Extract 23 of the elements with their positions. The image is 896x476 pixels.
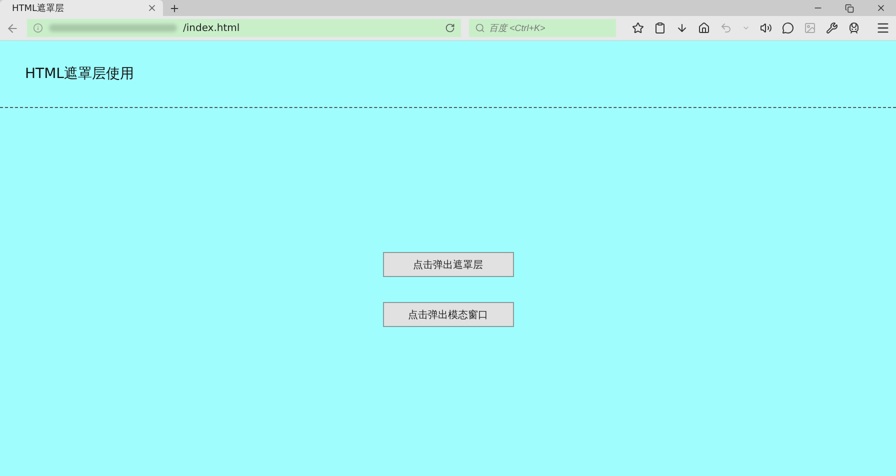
search-field[interactable]: 百度 <Ctrl+K>	[469, 19, 616, 37]
star-icon[interactable]	[632, 22, 644, 34]
reload-icon[interactable]	[445, 23, 455, 33]
address-bar[interactable]: /index.html	[27, 19, 461, 37]
popup-button[interactable]: 点击弹出遮罩层	[382, 252, 514, 277]
clipboard-icon[interactable]	[654, 22, 666, 34]
download-icon[interactable]	[676, 22, 688, 34]
url-text: /index.html	[183, 22, 241, 34]
wrench-icon[interactable]	[826, 22, 838, 34]
page-heading: HTML遮罩层使用	[25, 65, 134, 83]
tab-title: HTML遮罩层	[12, 2, 64, 14]
close-tab-icon[interactable]	[147, 3, 157, 13]
close-icon[interactable]	[876, 3, 886, 13]
back-icon[interactable]	[6, 22, 19, 34]
chat-icon[interactable]	[782, 22, 794, 34]
search-icon	[475, 23, 485, 33]
restore-icon[interactable]	[845, 4, 854, 12]
popup-button[interactable]: 点击弹出模态窗口	[382, 302, 514, 327]
home-icon[interactable]	[698, 22, 710, 34]
speaker-icon[interactable]	[760, 22, 772, 34]
menu-icon[interactable]	[876, 21, 890, 35]
browser-tab[interactable]: HTML遮罩层	[0, 0, 163, 16]
train-icon[interactable]	[848, 22, 860, 34]
